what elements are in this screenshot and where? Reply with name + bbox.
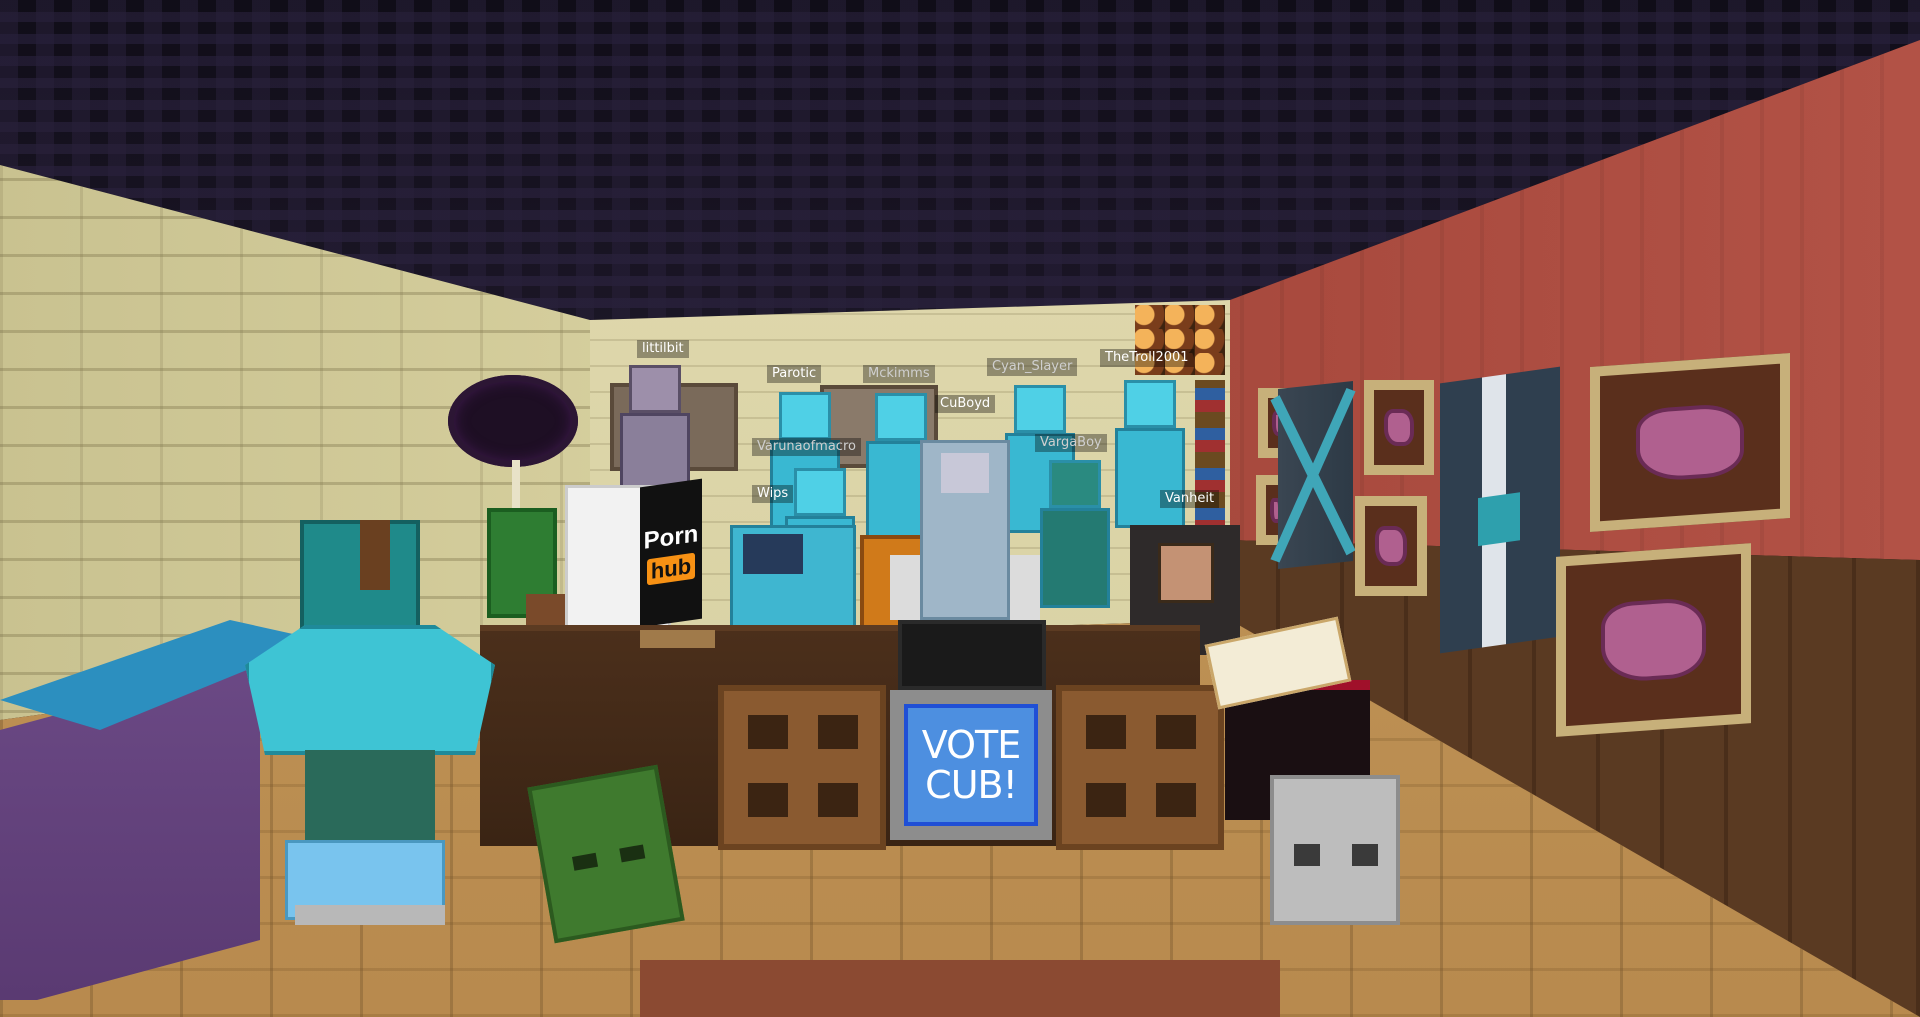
- screen-text-top: Porn: [643, 520, 699, 555]
- nametag-parotic: Parotic: [767, 365, 822, 383]
- vote-box[interactable]: VOTE CUB!: [890, 690, 1052, 840]
- nametag-vanheit: Vanheit: [1160, 490, 1220, 508]
- steak-painting-icon: [1364, 380, 1434, 475]
- player-vargaboy[interactable]: [1040, 460, 1110, 610]
- banner-icon: [1440, 366, 1560, 654]
- drawer-left[interactable]: [718, 685, 886, 850]
- nametag-wips: Wips: [752, 485, 794, 503]
- steak-painting-icon: [1556, 543, 1751, 737]
- screen-text-bottom: hub: [646, 552, 696, 586]
- vote-line-1: VOTE: [921, 723, 1021, 767]
- player-wips[interactable]: [730, 525, 856, 631]
- armor-stand[interactable]: [245, 520, 495, 940]
- banner-icon: [1270, 381, 1356, 569]
- nametag-littilbit: littilbit: [637, 340, 689, 358]
- nametag-vargaboy: VargaBoy: [1035, 434, 1107, 452]
- skeleton-skull-icon: [1270, 775, 1400, 925]
- ender-pearl-tree-icon: [448, 375, 578, 467]
- nametag-mckimms: Mckimms: [863, 365, 935, 383]
- zombie-head-icon: [527, 764, 685, 944]
- computer-screen: Porn hub: [640, 478, 702, 628]
- drawer-right[interactable]: [1056, 685, 1224, 850]
- nametag-cuboyd: CuBoyd: [935, 395, 996, 413]
- ballot-slot: [898, 620, 1046, 690]
- steak-painting-icon: [1590, 353, 1790, 532]
- nametag-thetroll2001: TheTroll2001: [1100, 349, 1194, 367]
- rug: [640, 960, 1280, 1017]
- player-cuboyd[interactable]: [920, 440, 1010, 620]
- nametag-varunaofmacro: Varunaofmacro: [752, 438, 861, 456]
- vote-line-2: CUB!: [925, 763, 1018, 807]
- pressure-plate: [640, 630, 715, 648]
- game-viewport[interactable]: Porn hub VOTE CUB! littilbit Parotic Mck…: [0, 0, 1920, 1017]
- steak-painting-icon: [1355, 496, 1427, 596]
- nametag-cyan-slayer: Cyan_Slayer: [987, 358, 1078, 376]
- vote-sign: VOTE CUB!: [904, 704, 1038, 826]
